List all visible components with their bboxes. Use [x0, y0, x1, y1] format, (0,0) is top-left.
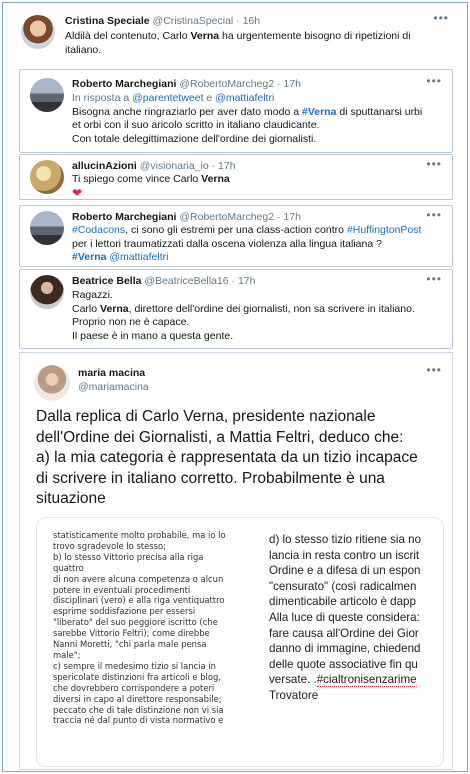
user-name[interactable]: Cristina Speciale [65, 15, 150, 27]
user-name[interactable]: allucinAzioni [72, 160, 137, 172]
tweet-time[interactable]: · 17h [277, 211, 301, 223]
user-name[interactable]: Beatrice Bella [72, 275, 141, 287]
hashtag-link[interactable]: #HuffingtonPost [347, 224, 422, 236]
tweet-roberto-reply[interactable]: Roberto Marchegiani @RobertoMarcheg2 · 1… [19, 69, 453, 153]
hashtag-link[interactable]: #Verna [72, 251, 106, 263]
more-dots-icon[interactable]: ••• [426, 157, 442, 171]
tweet-text: In risposta a @parentetweet e @mattiafel… [72, 92, 423, 145]
avatar[interactable] [30, 275, 64, 309]
user-handle[interactable]: @CristinaSpecial [153, 15, 234, 27]
user-handle[interactable]: @RobertoMarcheg2 [179, 78, 274, 90]
mention-link[interactable]: @mattiafeltri [109, 251, 168, 263]
user-handle[interactable]: @mariamacina [78, 381, 149, 393]
more-dots-icon[interactable]: ••• [426, 272, 442, 286]
more-dots-icon[interactable]: ••• [426, 363, 442, 377]
hashtag-link[interactable]: #Codacons [72, 224, 125, 236]
tweet-allucinazioni[interactable]: allucinAzioni @visionaria_io · 17h ••• T… [19, 154, 453, 200]
tweet-maria-expanded[interactable]: maria macina @mariamacina ••• Dalla repl… [19, 352, 453, 770]
tweet-text: Ti spiego come vince Carlo Verna ❤ [72, 173, 230, 200]
reply-user-link[interactable]: @mattiafeltri [215, 92, 274, 104]
user-handle[interactable]: @RobertoMarcheg2 [179, 211, 274, 223]
user-handle[interactable]: @visionaria_io [140, 160, 209, 172]
document-hashtag: #cialtronisenzarime [316, 673, 417, 688]
tweet-time[interactable]: · 17h [232, 275, 256, 287]
tweet-time[interactable]: · 16h [236, 15, 260, 27]
attached-document-image[interactable]: statisticamente molto probabile, ma io l… [36, 517, 444, 767]
tweet-cristina[interactable]: Cristina Speciale @CristinaSpecial · 16h… [13, 7, 459, 59]
tweet-text: #Codacons, ci sono gli estremi per una c… [72, 224, 422, 263]
more-dots-icon[interactable]: ••• [433, 11, 449, 25]
user-handle[interactable]: @BeatriceBella16 [144, 275, 228, 287]
document-right-column: d) lo stesso tizio ritiene sia no lancia… [269, 533, 422, 702]
tweet-text: Aldilà del contenuto, Carlo Verna ha urg… [65, 30, 411, 56]
avatar[interactable] [30, 78, 64, 112]
tweet-beatrice[interactable]: Beatrice Bella @BeatriceBella16 · 17h ••… [19, 269, 453, 349]
avatar[interactable] [30, 160, 64, 194]
avatar[interactable] [21, 15, 55, 49]
more-dots-icon[interactable]: ••• [426, 208, 442, 222]
hashtag-link[interactable]: #Verna [302, 106, 336, 118]
reply-user-link[interactable]: @parentetweet [132, 92, 203, 104]
user-name[interactable]: Roberto Marchegiani [72, 78, 176, 90]
tweet-time[interactable]: · 17h [277, 78, 301, 90]
tweet-text: Dalla replica di Carlo Verna, presidente… [36, 408, 418, 507]
user-name[interactable]: maria macina [78, 367, 145, 379]
heart-icon: ❤ [72, 185, 83, 200]
user-name[interactable]: Roberto Marchegiani [72, 211, 176, 223]
avatar[interactable] [30, 211, 64, 245]
tweet-time[interactable]: · 17h [212, 160, 236, 172]
tweet-roberto-codacons[interactable]: Roberto Marchegiani @RobertoMarcheg2 · 1… [19, 205, 453, 267]
screenshot-frame: Cristina Speciale @CristinaSpecial · 16h… [2, 2, 468, 772]
document-left-column: statisticamente molto probabile, ma io l… [53, 530, 226, 726]
tweet-text: Ragazzi. Carlo Verna, direttore dell'ord… [72, 289, 415, 342]
more-dots-icon[interactable]: ••• [426, 74, 442, 88]
avatar[interactable] [34, 365, 70, 401]
